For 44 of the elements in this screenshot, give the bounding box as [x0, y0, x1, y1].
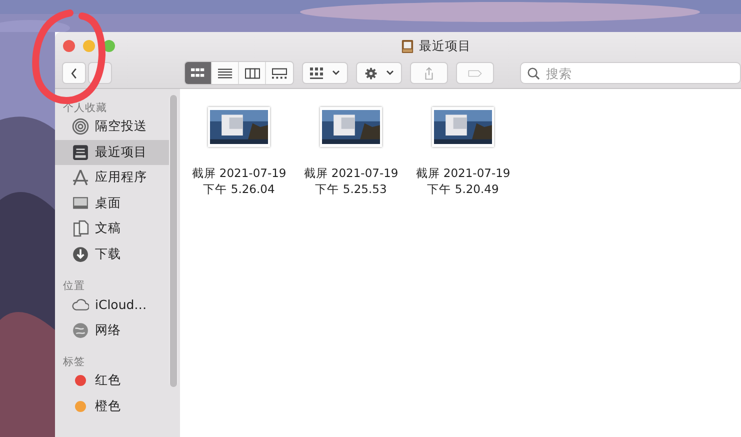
tray-icon	[401, 39, 414, 54]
a-letter-icon	[72, 169, 89, 186]
file-time: 下午 5.26.04	[203, 181, 275, 197]
tray-icon	[72, 144, 89, 161]
columns-icon	[244, 68, 260, 78]
sidebar-item[interactable]: iCloud…	[55, 292, 170, 318]
close-button[interactable]	[63, 40, 75, 52]
search-field[interactable]: 搜索	[520, 62, 741, 84]
view-icons-button[interactable]	[185, 62, 212, 84]
sidebar-item[interactable]: 网络	[55, 318, 170, 343]
group-button[interactable]	[302, 62, 348, 84]
caret-icon	[332, 70, 340, 76]
sidebar-item[interactable]: 文稿	[55, 216, 170, 242]
globe-icon	[72, 322, 89, 339]
cloud-icon	[72, 296, 89, 314]
sidebar-item[interactable]: 下载	[55, 242, 170, 267]
gear-icon	[364, 66, 378, 80]
gallery-icon	[272, 68, 287, 78]
window-title: 最近项目	[419, 38, 471, 55]
sidebar-item[interactable]: 红色	[55, 368, 170, 394]
sidebar-item[interactable]: 橙色	[55, 394, 170, 419]
download-icon	[72, 246, 89, 263]
list-icon	[218, 68, 232, 78]
caret-icon	[386, 70, 394, 76]
sidebar-item[interactable]: 最近项目	[55, 140, 170, 165]
sidebar-heading: 标签	[62, 355, 86, 368]
sidebar-heading: 位置	[62, 279, 86, 292]
file-name: 截屏 2021-07-19	[304, 165, 398, 181]
scrollbar[interactable]	[169, 95, 178, 387]
chevron-left-icon	[69, 66, 79, 80]
file-name: 截屏 2021-07-19	[192, 165, 286, 181]
sidebar-item[interactable]: 隔空投送	[55, 114, 170, 140]
display-icon	[72, 194, 89, 212]
action-button[interactable]	[356, 62, 402, 84]
file-time: 下午 5.25.53	[315, 181, 387, 197]
grid-icon	[310, 66, 324, 80]
file-name: 截屏 2021-07-19	[416, 165, 510, 181]
grid-icon	[190, 68, 206, 78]
file-time: 下午 5.20.49	[427, 181, 499, 197]
sidebar-item[interactable]: 应用程序	[55, 165, 170, 190]
back-button[interactable]	[62, 62, 86, 84]
documents-icon	[72, 220, 89, 238]
concentric-circles-icon	[72, 118, 89, 136]
sidebar-item[interactable]: 桌面	[55, 190, 170, 216]
